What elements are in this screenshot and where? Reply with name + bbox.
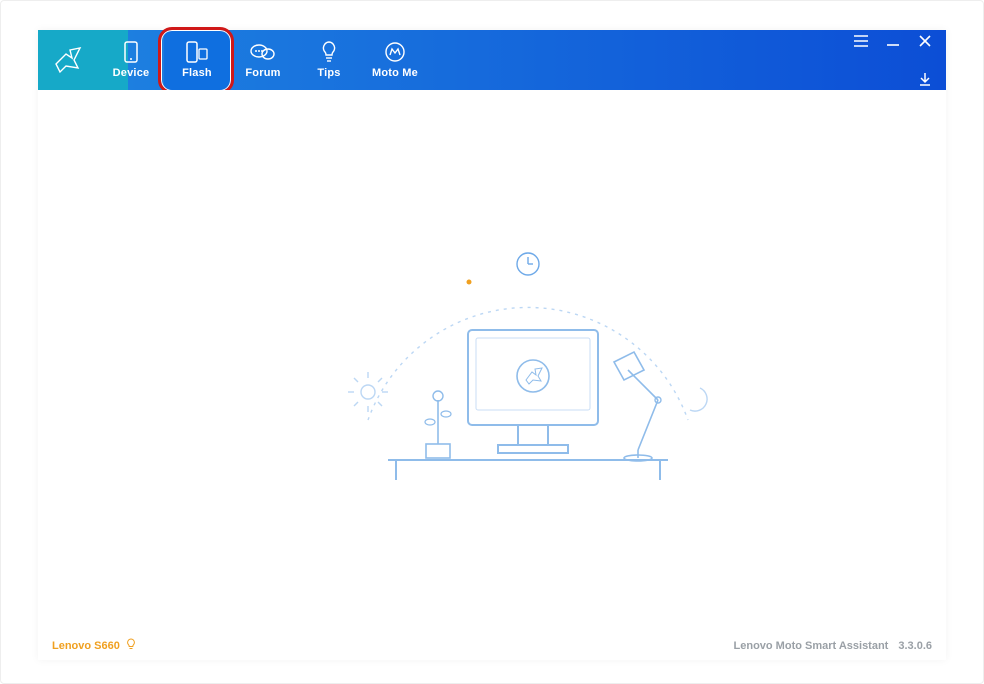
content-area xyxy=(38,90,946,632)
top-nav: Device Flash Forum xyxy=(38,30,946,90)
mo-icon xyxy=(384,41,406,63)
status-device[interactable]: Lenovo S660 xyxy=(52,638,136,654)
nav-label: Flash xyxy=(182,67,212,79)
status-app-info: Lenovo Moto Smart Assistant 3.3.0.6 xyxy=(734,640,932,652)
bulb-outline-icon xyxy=(126,638,136,654)
device-name: Lenovo S660 xyxy=(52,640,120,652)
app-version: 3.3.0.6 xyxy=(898,640,932,652)
nav-label: Moto Me xyxy=(372,67,418,79)
brand-logo xyxy=(38,30,98,90)
nav-item-flash[interactable]: Flash xyxy=(164,30,230,90)
status-bar: Lenovo S660 Lenovo Moto Smart Assistant … xyxy=(38,632,946,660)
nav-item-forum[interactable]: Forum xyxy=(230,30,296,90)
bubbles-icon xyxy=(250,41,276,63)
window-controls xyxy=(854,30,938,90)
download-icon[interactable] xyxy=(918,72,932,86)
menu-icon[interactable] xyxy=(854,34,868,48)
nav-label: Tips xyxy=(317,67,340,79)
nav-label: Device xyxy=(113,67,150,79)
minimize-icon[interactable] xyxy=(886,34,900,48)
nav-label: Forum xyxy=(245,67,280,79)
nav-item-tips[interactable]: Tips xyxy=(296,30,362,90)
phone-sd-icon xyxy=(185,41,209,63)
hummingbird-icon xyxy=(52,44,84,76)
app-name: Lenovo Moto Smart Assistant xyxy=(734,640,889,652)
waiting-illustration xyxy=(338,250,718,510)
nav-item-device[interactable]: Device xyxy=(98,30,164,90)
phone-icon xyxy=(123,41,139,63)
close-icon[interactable] xyxy=(918,34,932,48)
app-window: Device Flash Forum xyxy=(38,30,946,660)
bulb-icon xyxy=(320,41,338,63)
nav-item-motome[interactable]: Moto Me xyxy=(362,30,428,90)
